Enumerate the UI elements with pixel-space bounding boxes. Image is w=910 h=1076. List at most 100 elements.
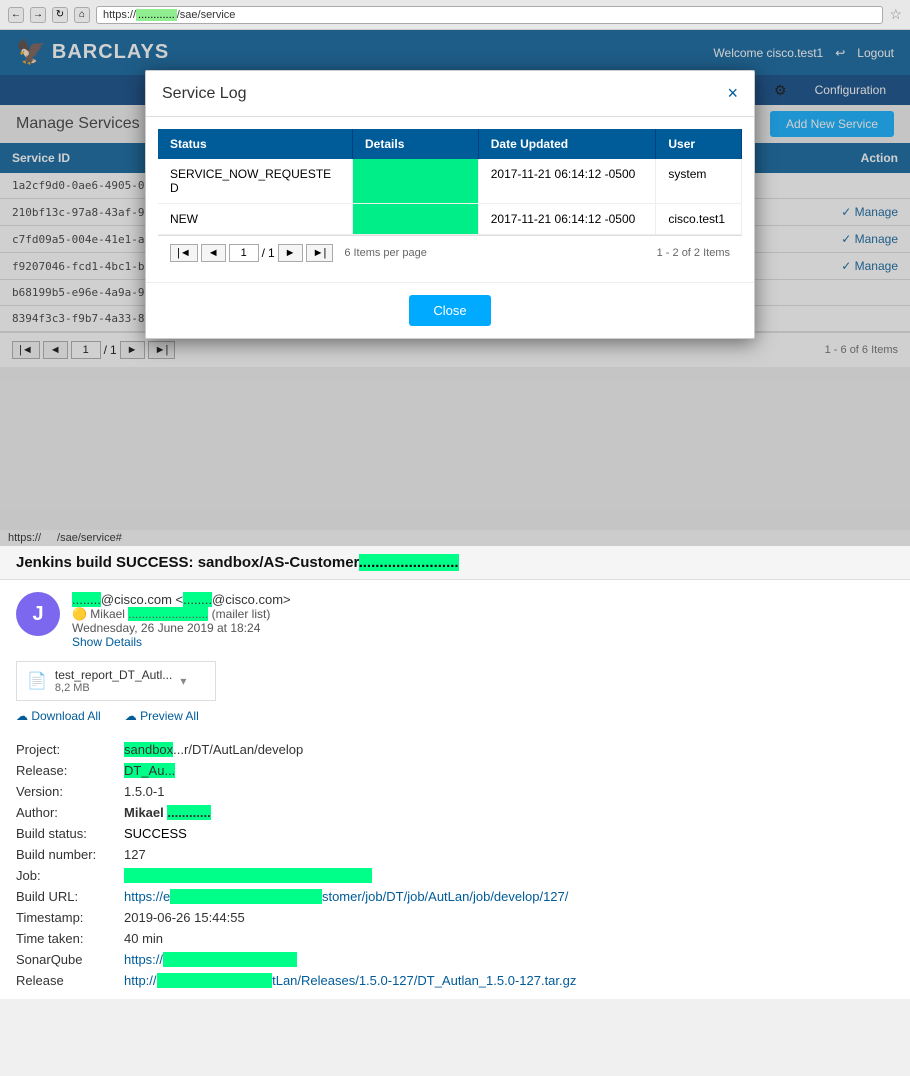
- sender-highlight: ........................: [128, 607, 208, 621]
- star-icon[interactable]: ☆: [889, 6, 902, 23]
- details-cell: [353, 204, 479, 235]
- field-release-url: Release http://.........................…: [16, 970, 894, 991]
- address-bar[interactable]: https://............/sae/service: [96, 6, 883, 24]
- attachment-icon: 📄: [27, 671, 47, 691]
- url-highlighted: ............: [136, 9, 177, 21]
- field-job: Job: sandbox............................…: [16, 865, 894, 886]
- url-prefix: https://: [103, 9, 136, 21]
- project-suffix: r/DT/AutLan/develop: [184, 742, 303, 757]
- email-from: ........@cisco.com <........@cisco.com>: [72, 592, 894, 607]
- modal-page-separator: /: [262, 246, 265, 260]
- release-url-start: http://: [124, 973, 157, 988]
- user-cell: system: [656, 159, 742, 204]
- field-author: Author: Mikael ............: [16, 802, 894, 823]
- field-release: Release: DT_Au...: [16, 760, 894, 781]
- modal-title: Service Log: [162, 85, 247, 103]
- back-button[interactable]: ←: [8, 7, 24, 23]
- cloud-download-icon: ☁: [16, 709, 31, 723]
- project-highlight: sandbox: [124, 742, 173, 757]
- attachment[interactable]: 📄 test_report_DT_Autl... 8,2 MB ▾: [16, 661, 216, 701]
- from-email-highlight: ........: [72, 592, 101, 607]
- modal-col-user: User: [656, 129, 742, 159]
- attachment-name: test_report_DT_Autl...: [55, 668, 172, 682]
- email-body: Project: sandbox...r/DT/AutLan/develop R…: [0, 731, 910, 999]
- attachment-size: 8,2 MB: [55, 682, 172, 694]
- field-value: Mikael ............: [124, 805, 211, 820]
- from-email-2: @cisco.com>: [212, 592, 291, 607]
- sonar-url-start: https://: [124, 952, 163, 967]
- field-value[interactable]: https://................................…: [124, 952, 297, 967]
- field-label: Job:: [16, 868, 116, 883]
- field-label: Version:: [16, 784, 116, 799]
- preview-all-link[interactable]: ☁ Preview All: [125, 709, 199, 723]
- modal-pagination-info: 1 - 2 of 2 Items: [657, 247, 730, 259]
- field-timestamp: Timestamp: 2019-06-26 15:44:55: [16, 907, 894, 928]
- modal-items-per-page: 6 Items per page: [344, 247, 427, 259]
- modal-next-page-button[interactable]: ►: [278, 244, 303, 262]
- field-label: Release: [16, 973, 116, 988]
- download-all-link[interactable]: ☁ Download All: [16, 709, 101, 723]
- field-value[interactable]: https://e...............................…: [124, 889, 568, 904]
- avatar: J: [16, 592, 60, 636]
- status-middle: /sae/service#: [57, 532, 122, 544]
- email-subject-text: Jenkins build SUCCESS: sandbox/AS-Custom…: [16, 554, 359, 571]
- modal-page-total: 1: [268, 246, 275, 260]
- refresh-button[interactable]: ↻: [52, 7, 68, 23]
- field-value: 2019-06-26 15:44:55: [124, 910, 245, 925]
- status-left: https://: [8, 532, 41, 544]
- modal-footer: Close: [146, 282, 754, 338]
- field-label: Build number:: [16, 847, 116, 862]
- modal-last-page-button[interactable]: ►|: [306, 244, 334, 262]
- from-email-2-highlight: ........: [183, 592, 212, 607]
- modal-col-details: Details: [353, 129, 479, 159]
- release-url-end: tLan/Releases/1.5.0-127/DT_Autlan_1.5.0-…: [272, 973, 576, 988]
- release-url-highlight: ................................: [157, 973, 273, 988]
- modal-page-buttons: |◄ ◄ / 1 ► ►| 6 Items per page: [170, 244, 427, 262]
- email-date: Wednesday, 26 June 2019 at 18:24: [72, 621, 894, 635]
- field-build-url: Build URL: https://e....................…: [16, 886, 894, 907]
- sonar-url-highlight: .....................................: [163, 952, 297, 967]
- email-sender-line: 🟡 Mikael ........................ (maile…: [72, 607, 894, 621]
- show-details-link[interactable]: Show Details: [72, 635, 894, 649]
- field-value: SUCCESS: [124, 826, 187, 841]
- url-start: https://e: [124, 889, 170, 904]
- from-email-1: @cisco.com: [101, 592, 172, 607]
- date-cell: 2017-11-21 06:14:12 -0500: [478, 204, 656, 235]
- job-highlight: sandbox.................................…: [124, 868, 372, 883]
- attachment-info: test_report_DT_Autl... 8,2 MB: [55, 668, 172, 694]
- browser-chrome: ← → ↻ ⌂ https://............/sae/service…: [0, 0, 910, 30]
- forward-button[interactable]: →: [30, 7, 46, 23]
- field-label: Timestamp:: [16, 910, 116, 925]
- home-button[interactable]: ⌂: [74, 7, 90, 23]
- status-cell: SERVICE_NOW_REQUESTED: [158, 159, 353, 204]
- email-meta: J ........@cisco.com <........@cisco.com…: [0, 580, 910, 661]
- modal-header: Service Log ×: [146, 71, 754, 117]
- modal-table-header: Status Details Date Updated User: [158, 129, 742, 159]
- sender-dot: 🟡: [72, 607, 90, 621]
- field-build-number: Build number: 127: [16, 844, 894, 865]
- sender-name: Mikael: [90, 607, 128, 621]
- author-highlight: ............: [167, 805, 210, 820]
- modal-table-body: SERVICE_NOW_REQUESTED 2017-11-21 06:14:1…: [158, 159, 742, 235]
- date-cell: 2017-11-21 06:14:12 -0500: [478, 159, 656, 204]
- details-cell: [353, 159, 479, 204]
- field-value[interactable]: http://................................t…: [124, 973, 576, 988]
- url-highlight: ........................................…: [170, 889, 322, 904]
- status-cell: NEW: [158, 204, 353, 235]
- modal-close-btn[interactable]: Close: [409, 295, 490, 326]
- modal-col-date-updated: Date Updated: [478, 129, 656, 159]
- cloud-preview-icon: ☁: [125, 709, 140, 723]
- field-value: 127: [124, 847, 146, 862]
- modal-page-number-input[interactable]: [229, 244, 259, 262]
- release-highlight: DT_Au...: [124, 763, 175, 778]
- modal-first-page-button[interactable]: |◄: [170, 244, 198, 262]
- status-bar: https:// /sae/service#: [0, 530, 910, 546]
- modal-table-row: SERVICE_NOW_REQUESTED 2017-11-21 06:14:1…: [158, 159, 742, 204]
- modal-prev-page-button[interactable]: ◄: [201, 244, 226, 262]
- attachment-chevron-icon: ▾: [180, 674, 186, 688]
- field-version: Version: 1.5.0-1: [16, 781, 894, 802]
- field-build-status: Build status: SUCCESS: [16, 823, 894, 844]
- field-label: Build status:: [16, 826, 116, 841]
- field-label: Release:: [16, 763, 116, 778]
- modal-close-button[interactable]: ×: [727, 83, 738, 104]
